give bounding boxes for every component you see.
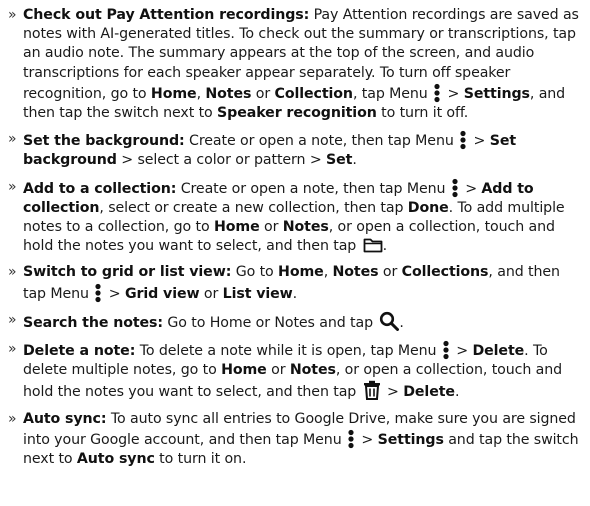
item-heading: Search the notes: xyxy=(23,314,163,331)
ui-term: Settings xyxy=(463,85,530,102)
body-text: , select or create a new collection, the… xyxy=(99,199,408,216)
ui-term: Notes xyxy=(289,362,336,379)
list-item: » Search the notes: Go to Home or Notes a… xyxy=(6,311,584,333)
body-text: > xyxy=(357,431,378,448)
body-text: > xyxy=(460,180,482,197)
ui-term: Notes xyxy=(282,219,329,236)
body-text: to turn it on. xyxy=(154,451,247,468)
ui-term: Delete xyxy=(403,384,455,401)
body-text: > xyxy=(451,343,473,360)
body-text: > select a color or pattern > xyxy=(116,152,327,169)
body-text: Create or open a note, then tap Menu xyxy=(176,180,450,197)
body-text: Create or open a note, then tap Menu xyxy=(184,133,459,150)
item-heading: Check out Pay Attention recordings: xyxy=(23,7,310,23)
ui-term: Collection xyxy=(274,85,354,102)
bullet-marker: » xyxy=(8,7,17,23)
ui-term: Auto sync xyxy=(76,451,155,468)
body-text: , xyxy=(323,264,333,281)
item-text: Delete a note: To delete a note while it… xyxy=(23,340,584,403)
ui-term: Home xyxy=(278,264,324,281)
ui-term: Notes xyxy=(332,264,379,281)
list-item: » Add to a collection: Create or open a n… xyxy=(6,178,584,257)
ui-term: Home xyxy=(150,85,197,102)
body-text: or xyxy=(199,285,223,302)
ui-term: List view xyxy=(222,285,293,302)
item-heading: Add to a collection: xyxy=(23,180,177,197)
list-item: » Check out Pay Attention recordings: Pay… xyxy=(6,6,584,123)
list-item: » Delete a note: To delete a note while i… xyxy=(6,340,584,403)
instructions-page: » Check out Pay Attention recordings: Pay… xyxy=(0,0,590,506)
body-text: > xyxy=(443,85,464,102)
bullet-marker: » xyxy=(8,264,17,281)
body-text: or xyxy=(266,362,290,379)
ui-term: Speaker recognition xyxy=(217,105,377,122)
item-heading: Switch to grid or list view: xyxy=(23,264,232,281)
list-item: » Set the background: Create or open a no… xyxy=(6,130,584,170)
body-text: . xyxy=(292,285,298,302)
item-heading: Set the background: xyxy=(23,133,185,150)
ui-term: Set xyxy=(326,152,353,169)
bullet-marker: » xyxy=(8,178,17,195)
body-text: . xyxy=(454,384,460,401)
ui-term: Settings xyxy=(377,431,444,448)
ui-term: Done xyxy=(407,199,449,216)
body-text: . xyxy=(399,314,404,331)
menu-dots-icon xyxy=(433,83,441,103)
trash-icon xyxy=(363,380,381,401)
body-text: or xyxy=(378,264,402,281)
menu-dots-icon xyxy=(459,130,467,150)
ui-term: Grid view xyxy=(124,285,200,302)
body-text: . xyxy=(382,238,388,255)
body-text: > xyxy=(469,133,490,150)
item-text: Set the background: Create or open a not… xyxy=(23,130,584,170)
body-text: Go to Home or Notes and tap xyxy=(162,314,378,331)
ui-term: Delete xyxy=(472,343,525,360)
item-heading: Auto sync: xyxy=(23,410,107,427)
menu-dots-icon xyxy=(94,283,102,303)
body-text: to turn it off. xyxy=(376,105,469,122)
menu-dots-icon xyxy=(451,178,459,198)
body-text: > xyxy=(104,285,125,302)
bullet-marker: » xyxy=(8,311,17,328)
item-heading: Delete a note: xyxy=(23,343,136,360)
item-text: Add to a collection: Create or open a no… xyxy=(23,178,584,257)
item-text: Check out Pay Attention recordings: Pay … xyxy=(23,6,584,123)
body-text: or xyxy=(251,85,275,102)
search-icon xyxy=(379,311,400,331)
menu-dots-icon xyxy=(347,429,355,449)
body-text: , tap Menu xyxy=(352,85,433,102)
bullet-marker: » xyxy=(8,341,17,358)
list-item: » Switch to grid or list view: Go to Home… xyxy=(6,263,584,303)
bullet-marker: » xyxy=(8,410,17,427)
body-text: To delete a note while it is open, tap M… xyxy=(135,343,441,360)
item-text: Switch to grid or list view: Go to Home,… xyxy=(23,263,584,303)
body-text: > xyxy=(382,384,404,401)
body-text: Go to xyxy=(231,264,279,281)
list-item: » Auto sync: To auto sync all entries to … xyxy=(6,410,584,470)
bullet-marker: » xyxy=(8,131,17,148)
ui-term: Home xyxy=(213,219,260,236)
item-text: Search the notes: Go to Home or Notes an… xyxy=(23,311,584,333)
body-text: or xyxy=(259,219,283,236)
ui-term: Collections xyxy=(401,264,489,281)
menu-dots-icon xyxy=(442,340,450,360)
item-text: Auto sync: To auto sync all entries to G… xyxy=(23,410,584,470)
body-text: . xyxy=(352,152,357,169)
ui-term: Notes xyxy=(205,85,252,102)
folder-icon xyxy=(363,237,383,253)
ui-term: Home xyxy=(221,362,267,379)
